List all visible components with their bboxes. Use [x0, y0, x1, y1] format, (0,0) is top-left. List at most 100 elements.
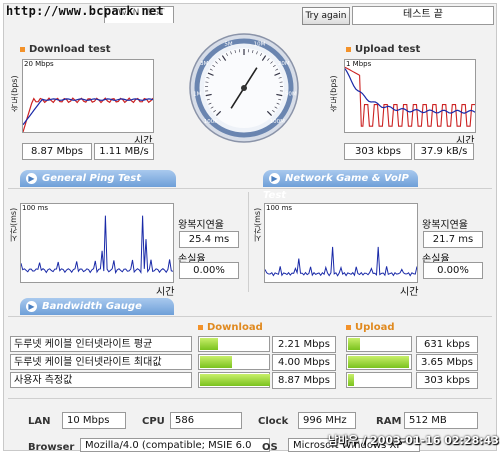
upload-header-text: Upload [355, 322, 394, 333]
ram-label: RAM [376, 416, 401, 427]
watermark: http://www.bcpark.net [6, 4, 164, 18]
download-value: 4.00 Mbps [272, 354, 336, 371]
download-bar-fill [200, 374, 270, 386]
ping-y-axis: 시간(ms) [8, 202, 19, 242]
clock-label: Clock [258, 416, 288, 427]
speed-gauge: 100K 1M 3M 5M 10M 20M 50M 100M [188, 32, 300, 144]
try-again-button[interactable]: Try again [302, 7, 350, 25]
upload-title-text: Upload test [355, 44, 420, 55]
capture-timestamp: 남바우 / 2003-01-16 02:28:43 [328, 432, 499, 448]
download-bar-fill [200, 356, 232, 368]
column-divider [248, 192, 249, 292]
game-line [265, 247, 417, 276]
download-bar-fill [200, 338, 218, 350]
upload-bar-track [346, 336, 412, 352]
game-loss-value: 0.00% [423, 262, 483, 279]
arrow-icon: ▶ [269, 173, 280, 184]
game-graph-svg [265, 204, 417, 282]
browser-value: Mozilla/4.0 (compatible; MSIE 6.0 [80, 438, 270, 452]
bandwidth-banner-text: Bandwidth Gauge [42, 301, 142, 312]
game-test-banner: ▶Network Game & VoIP Test [263, 170, 418, 187]
row-label: 두루넷 케이블 인터넷라이트 평균 [10, 336, 192, 352]
status-display: 테스트 끝 [352, 6, 494, 25]
gauge-tick-label: 20M [278, 61, 290, 67]
download-value: 2.21 Mbps [272, 336, 336, 353]
ping-loss-value: 0.00% [179, 262, 239, 279]
bullet-icon [346, 47, 351, 52]
gauge-tick-label: 5M [224, 42, 232, 48]
upload-column-header: Upload [346, 322, 394, 333]
gauge-tick-label: 10M [254, 42, 266, 48]
gauge-tick-label: 50M [285, 91, 297, 97]
download-title-text: Download test [29, 44, 111, 55]
speed-gauge-svg: 100K 1M 3M 5M 10M 20M 50M 100M [188, 32, 300, 144]
upload-title: Upload test [346, 44, 420, 55]
upload-speed-kbps: 303 kbps [344, 143, 412, 160]
lan-value: 10 Mbps [62, 412, 126, 429]
download-speed-mbps: 8.87 Mbps [22, 143, 92, 160]
upload-y-axis: 속도(bps) [328, 62, 339, 112]
bullet-icon [346, 325, 351, 330]
cpu-label: CPU [142, 416, 165, 427]
download-red-line [23, 98, 153, 132]
ping-graph-svg [21, 204, 173, 282]
gauge-tick-label: 100K [204, 119, 218, 125]
download-column-header: Download [198, 322, 263, 333]
upload-bar-track [346, 354, 412, 370]
bullet-icon [20, 47, 25, 52]
ping-latency-label: 왕복지연율 [178, 216, 224, 231]
upload-value: 631 kbps [416, 336, 478, 353]
upload-value: 3.65 Mbps [416, 354, 478, 371]
download-bar-track [198, 336, 270, 352]
cpu-value: 586 [170, 412, 242, 429]
upload-value: 303 kbps [416, 372, 478, 389]
download-title: Download test [20, 44, 111, 55]
ping-scale: 100 ms [22, 204, 48, 212]
game-y-axis: 시간(ms) [252, 202, 263, 242]
ping-banner-text: General Ping Test [42, 173, 141, 184]
download-speed-bytes: 1.11 MB/s [94, 143, 154, 160]
bullet-icon [198, 325, 203, 330]
download-graph [22, 59, 154, 133]
ping-line [21, 216, 173, 273]
download-graph-svg [23, 60, 153, 132]
clock-value: 996 MHz [298, 412, 356, 429]
ping-latency-value: 25.4 ms [179, 231, 239, 248]
game-x-axis: 시간 [400, 283, 418, 298]
section-divider [8, 398, 492, 399]
upload-scale: 1 Mbps [346, 60, 371, 68]
ping-graph [20, 203, 174, 283]
download-bar-track [198, 372, 270, 388]
upload-bar-fill [348, 356, 409, 368]
gauge-tick-label: 100M [270, 119, 285, 125]
bandwidth-banner: ▶ Bandwidth Gauge [20, 298, 174, 315]
browser-label: Browser [28, 442, 74, 453]
row-label: 두루넷 케이블 인터넷라이트 최대값 [10, 354, 192, 370]
lan-label: LAN [28, 416, 50, 427]
ram-value: 512 MB [404, 412, 478, 429]
download-y-axis: 속도(bps) [9, 62, 20, 112]
download-value: 8.87 Mbps [272, 372, 336, 389]
upload-speed-bytes: 37.9 kB/s [414, 143, 474, 160]
download-header-text: Download [207, 322, 263, 333]
ping-test-banner: ▶ General Ping Test [20, 170, 176, 187]
gauge-tick-label: 1M [193, 91, 201, 97]
game-graph [264, 203, 418, 283]
section-divider [8, 188, 492, 189]
os-label: OS [262, 442, 278, 453]
upload-bar-fill [348, 374, 354, 386]
game-scale: 100 ms [266, 204, 292, 212]
game-latency-value: 21.7 ms [423, 231, 483, 248]
upload-graph-svg [345, 60, 475, 132]
upload-bar-fill [348, 338, 360, 350]
upload-bar-track [346, 372, 412, 388]
arrow-icon: ▶ [26, 173, 37, 184]
gauge-tick-label: 3M [200, 61, 208, 67]
section-divider [8, 316, 492, 317]
row-label: 사용자 측정값 [10, 372, 192, 388]
download-scale: 20 Mbps [24, 60, 54, 68]
game-latency-label: 왕복지연율 [422, 216, 468, 231]
download-bar-track [198, 354, 270, 370]
arrow-icon: ▶ [26, 301, 37, 312]
ping-x-axis: 시간 [156, 283, 174, 298]
